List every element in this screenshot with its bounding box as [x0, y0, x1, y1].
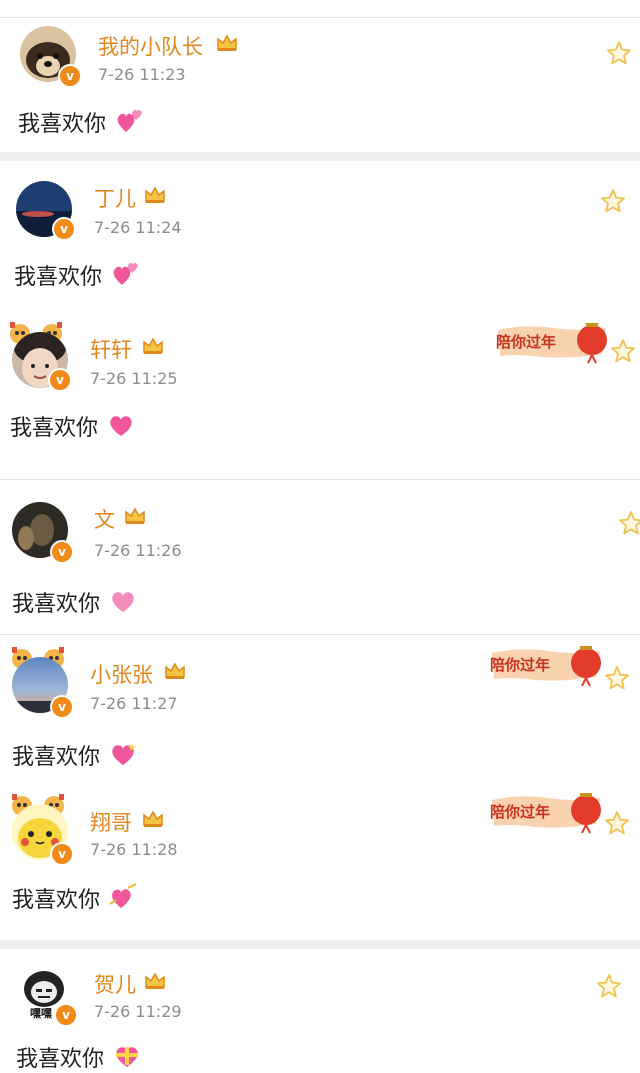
username[interactable]: 翔哥 — [90, 807, 132, 837]
new-year-sticker: 陪你过年 — [488, 788, 608, 834]
timestamp: 7-26 11:28 — [90, 840, 178, 859]
username[interactable]: 轩轩 — [90, 334, 132, 364]
crown-icon — [125, 507, 145, 524]
timestamp: 7-26 11:27 — [90, 694, 178, 713]
verified-badge-icon: v — [50, 842, 74, 866]
comment-feed: v 我的小队长 7-26 11:23 我喜欢你 v 丁儿 7-26 11:24 … — [0, 0, 640, 1072]
star-outline-icon[interactable] — [604, 810, 630, 836]
star-outline-icon[interactable] — [618, 510, 640, 536]
comment-item[interactable]: v 我的小队长 7-26 11:23 我喜欢你 — [0, 0, 640, 152]
crown-icon — [145, 186, 165, 203]
verified-badge-icon: v — [50, 695, 74, 719]
timestamp: 7-26 11:24 — [94, 218, 182, 237]
username[interactable]: 我的小队长 — [98, 31, 203, 61]
comment-item[interactable]: v 轩轩 7-26 11:25 陪你过年 我喜欢你 — [0, 296, 640, 476]
username[interactable]: 贺儿 — [94, 969, 136, 999]
comment-item[interactable]: v 翔哥 7-26 11:28 陪你过年 我喜欢你 — [0, 782, 640, 940]
new-year-sticker: 陪你过年 — [488, 641, 608, 687]
crown-icon — [143, 337, 163, 354]
star-outline-icon[interactable] — [606, 40, 632, 66]
heart-emoji-icon — [112, 592, 134, 612]
comment-text: 我喜欢你 — [18, 112, 107, 137]
username[interactable]: 文 — [94, 504, 115, 534]
verified-badge-icon: v — [58, 64, 82, 88]
comment-item[interactable]: v 小张张 7-26 11:27 陪你过年 我喜欢你 — [0, 635, 640, 782]
username[interactable]: 小张张 — [90, 659, 153, 689]
star-outline-icon[interactable] — [596, 973, 622, 999]
new-year-sticker: 陪你过年 — [494, 318, 614, 364]
crown-icon — [145, 972, 165, 989]
timestamp: 7-26 11:25 — [90, 369, 178, 388]
sticker-text: 陪你过年 — [496, 333, 557, 351]
heart-emoji-icon — [112, 743, 136, 765]
comment-text: 我喜欢你 — [10, 416, 99, 441]
crown-icon — [165, 662, 185, 679]
timestamp: 7-26 11:26 — [94, 541, 182, 560]
heart-emoji-icon — [109, 883, 137, 908]
star-outline-icon[interactable] — [610, 338, 636, 364]
crown-icon — [143, 810, 163, 827]
comment-text: 我喜欢你 — [12, 592, 101, 617]
verified-badge-icon: v — [48, 368, 72, 392]
star-outline-icon[interactable] — [600, 188, 626, 214]
heart-emoji-icon — [113, 262, 138, 285]
heart-emoji-icon — [116, 1047, 138, 1067]
comment-text: 我喜欢你 — [12, 745, 101, 770]
heart-emoji-icon — [117, 109, 142, 132]
crown-icon — [217, 34, 237, 51]
heart-emoji-icon — [110, 416, 132, 436]
timestamp: 7-26 11:23 — [98, 65, 186, 84]
comment-text: 我喜欢你 — [14, 265, 103, 290]
verified-badge-icon: v — [52, 217, 76, 241]
comment-item[interactable]: v 丁儿 7-26 11:24 我喜欢你 — [0, 161, 640, 296]
avatar-caption: 嘿嘿 — [30, 1007, 52, 1020]
username[interactable]: 丁儿 — [94, 183, 136, 213]
verified-badge-icon: v — [50, 540, 74, 564]
sticker-text: 陪你过年 — [490, 656, 551, 674]
comment-item[interactable]: v 文 7-26 11:26 我喜欢你 — [0, 480, 640, 634]
verified-badge-icon: v — [54, 1003, 78, 1027]
comment-item[interactable]: 嘿嘿 v 贺儿 7-26 11:29 我喜欢你 — [0, 949, 640, 1072]
section-separator — [0, 152, 640, 161]
timestamp: 7-26 11:29 — [94, 1002, 182, 1021]
comment-text: 我喜欢你 — [12, 888, 101, 913]
sticker-text: 陪你过年 — [490, 803, 551, 821]
section-separator — [0, 940, 640, 949]
star-outline-icon[interactable] — [604, 665, 630, 691]
comment-text: 我喜欢你 — [16, 1047, 105, 1072]
